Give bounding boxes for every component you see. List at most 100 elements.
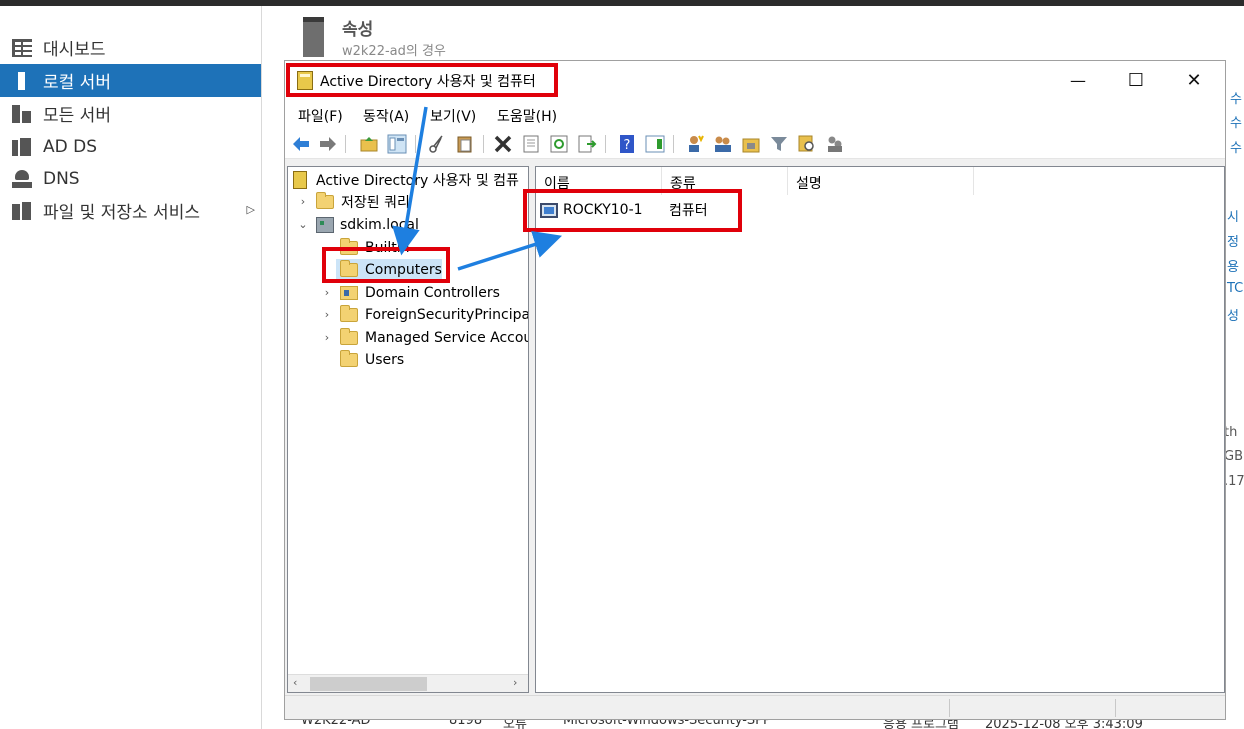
expand-icon[interactable]: › [322,286,332,299]
folder-icon [340,350,358,367]
sidebar-item-dashboard[interactable]: 대시보드 [0,31,261,64]
event-source: Microsoft-Windows-Security-SPP [563,720,771,728]
menu-action[interactable]: 동작(A) [363,106,409,126]
collapse-icon[interactable]: ⌄ [298,218,308,231]
minimize-button[interactable]: — [1049,61,1107,99]
menu-file[interactable]: 파일(F) [298,106,343,126]
show-action-pane-icon[interactable] [645,134,665,154]
tree-item-saved-queries[interactable]: 저장된 쿼리 [316,191,410,213]
server-manager-sidebar: 대시보드 로컬 서버 모든 서버 AD DS DNS 파일 및 저장소 서비스 … [0,6,262,729]
forward-icon[interactable] [318,134,338,154]
menu-view[interactable]: 보기(V) [430,106,476,126]
highlight-window-title [286,63,558,97]
tree-item-domain-controllers[interactable]: Domain Controllers [340,282,500,304]
background-text: th [1224,425,1238,440]
tree-item-label: sdkim.local [340,217,419,233]
background-link[interactable]: 용 [1227,256,1239,275]
tree-item-label: ForeignSecurityPrincipals [365,307,529,323]
export-list-icon[interactable] [577,134,597,154]
status-divider [949,699,950,717]
sidebar-item-file-storage[interactable]: 파일 및 저장소 서비스 ▷ [0,194,261,227]
file-storage-icon [12,201,32,220]
maximize-button[interactable]: ☐ [1107,61,1165,99]
delete-icon[interactable] [493,134,513,154]
toolbar-separator [673,135,674,153]
help-icon[interactable]: ? [617,134,637,154]
folder-icon [340,305,358,322]
add-to-group-icon[interactable] [825,134,845,154]
ou-icon [340,286,358,300]
new-group-icon[interactable] [713,134,733,154]
tree-root[interactable]: Active Directory 사용자 및 컴퓨 [293,169,519,191]
menu-help[interactable]: 도움말(H) [497,106,557,126]
background-link[interactable]: 수 [1230,137,1242,156]
tree-root-label: Active Directory 사용자 및 컴퓨 [316,173,519,189]
expand-icon[interactable]: › [322,308,332,321]
event-id: 8198 [449,720,483,728]
aduc-root-icon [293,171,307,189]
event-level: 오류 [503,720,527,729]
scrollbar-thumb[interactable] [310,677,427,691]
properties-icon[interactable] [521,134,541,154]
sidebar-item-dns[interactable]: DNS [0,162,261,195]
folder-icon [340,328,358,345]
close-button[interactable]: ✕ [1165,61,1223,99]
scroll-left-icon[interactable]: ‹ [293,676,297,689]
background-link[interactable]: 시 [1227,206,1239,225]
new-user-icon[interactable] [685,134,705,154]
scroll-right-icon[interactable]: › [513,676,517,689]
background-text: .17 [1224,474,1244,489]
event-date: 2025-12-08 오후 3:43:09 [985,720,1143,729]
server-icon [303,17,324,57]
highlight-rocky-row [523,189,742,232]
sidebar-item-local-server[interactable]: 로컬 서버 [0,64,261,97]
up-folder-icon[interactable] [359,134,379,154]
status-divider [1115,699,1116,717]
tree-item-label: Users [365,352,405,368]
sidebar-item-label: 대시보드 [43,40,106,60]
domain-icon [316,217,334,233]
event-log: 응용 프로그램 [883,720,959,729]
column-header-description[interactable]: 설명 [788,167,974,195]
tree-horizontal-scrollbar[interactable]: ‹ › [288,674,528,692]
tree-item-managed-service-accounts[interactable]: Managed Service Accour [340,327,529,349]
tree-item-label: Domain Controllers [365,285,500,301]
expand-arrow-icon[interactable]: ▷ [247,203,255,216]
status-bar [285,695,1225,719]
tree-item-users[interactable]: Users [340,349,404,371]
menu-bar: 파일(F) 동작(A) 보기(V) 도움말(H) [285,99,1225,129]
toolbar-separator [483,135,484,153]
tree-item-foreign-security-principals[interactable]: ForeignSecurityPrincipals [340,304,529,326]
expand-icon[interactable]: › [322,331,332,344]
refresh-icon[interactable] [549,134,569,154]
background-link[interactable]: TC [1227,281,1243,296]
new-ou-icon[interactable] [741,134,761,154]
sidebar-item-label: 파일 및 저장소 서비스 [43,203,200,223]
all-servers-icon [12,104,32,123]
dashboard-icon [12,38,32,57]
expand-icon[interactable]: › [298,195,308,208]
paste-icon[interactable] [455,134,475,154]
tree-item-domain[interactable]: sdkim.local [316,214,419,236]
background-link[interactable]: 수 [1230,112,1242,131]
sidebar-item-ad-ds[interactable]: AD DS [0,130,261,163]
properties-title: 속성 [342,20,374,40]
sidebar-item-all-servers[interactable]: 모든 서버 [0,97,261,130]
find-icon[interactable] [797,134,817,154]
svg-text:?: ? [624,138,631,153]
toolbar-separator [345,135,346,153]
tree-item-label: 저장된 쿼리 [341,195,410,211]
back-icon[interactable] [291,134,311,154]
background-link[interactable]: 정 [1227,231,1239,250]
details-list: 이름 종류 설명 ROCKY10-1 컴퓨터 [535,166,1225,693]
filter-icon[interactable] [769,134,789,154]
show-hide-tree-icon[interactable] [387,134,407,154]
background-link[interactable]: 성 [1227,305,1239,324]
tree-item-label: Managed Service Accour [365,330,529,346]
cut-icon[interactable] [427,134,447,154]
background-link[interactable]: 수 [1230,88,1242,107]
folder-icon [316,192,334,209]
background-text: GB [1224,449,1243,464]
toolbar-separator [605,135,606,153]
sidebar-item-label: AD DS [43,136,98,157]
